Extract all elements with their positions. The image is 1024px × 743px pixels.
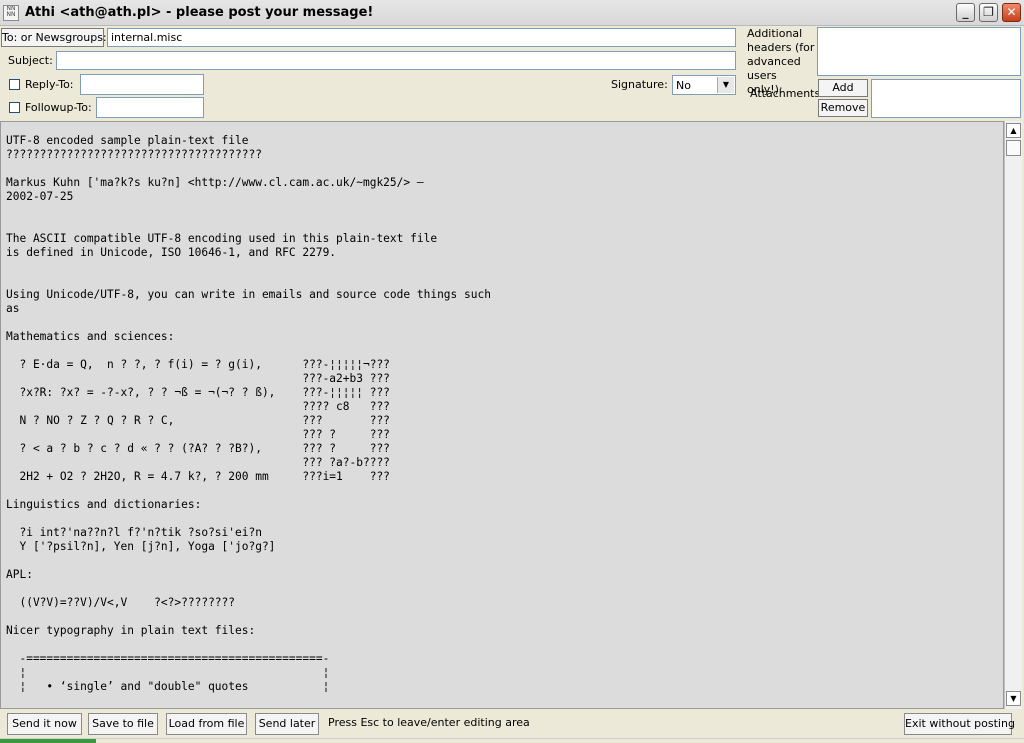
- subject-label: Subject:: [8, 54, 53, 67]
- save-to-file-button[interactable]: Save to file: [88, 713, 158, 735]
- title-bar: NN NN Athi <ath@ath.pl> - please post you…: [0, 0, 1024, 26]
- chevron-down-icon[interactable]: ▼: [717, 77, 734, 93]
- exit-without-posting-button[interactable]: Exit without posting: [904, 713, 1015, 735]
- reply-to-label: Reply-To:: [25, 78, 74, 91]
- status-text: Press Esc to leave/enter editing area: [328, 716, 530, 729]
- close-button[interactable]: ✕: [1002, 3, 1021, 22]
- taskbar-strip: [0, 738, 1024, 743]
- close-icon: ✕: [1006, 5, 1017, 19]
- restore-icon: ❐: [983, 5, 994, 19]
- attachments-list[interactable]: [871, 79, 1021, 118]
- followup-to-checkbox[interactable]: [9, 102, 20, 113]
- minimize-icon: _: [962, 5, 969, 19]
- message-body-editor[interactable]: UTF-8 encoded sample plain-text file ???…: [0, 121, 1004, 709]
- scroll-thumb[interactable]: [1006, 140, 1021, 156]
- followup-to-label: Followup-To:: [25, 101, 92, 114]
- subject-field[interactable]: [56, 51, 736, 70]
- send-now-button[interactable]: Send it now: [7, 713, 82, 735]
- remove-attachment-button[interactable]: Remove: [818, 99, 868, 117]
- signature-select[interactable]: No ▼: [672, 75, 736, 95]
- attachments-label: Attachments:: [750, 87, 824, 100]
- scroll-up-icon[interactable]: ▲: [1006, 123, 1021, 138]
- followup-to-field[interactable]: [96, 97, 204, 118]
- window-title: Athi <ath@ath.pl> - please post your mes…: [25, 5, 374, 20]
- minimize-button[interactable]: _: [956, 3, 975, 22]
- signature-label: Signature:: [611, 78, 668, 91]
- scroll-down-icon[interactable]: ▼: [1006, 691, 1021, 706]
- reply-to-field[interactable]: [80, 74, 204, 95]
- to-newsgroups-field[interactable]: internal.misc: [107, 28, 736, 47]
- vertical-scrollbar[interactable]: ▲ ▼: [1004, 121, 1022, 709]
- to-newsgroups-button[interactable]: To: or Newsgroups:: [1, 28, 107, 47]
- load-from-file-button[interactable]: Load from file: [166, 713, 247, 735]
- signature-value: No: [676, 79, 691, 92]
- additional-headers-field[interactable]: [817, 27, 1021, 76]
- app-icon[interactable]: NN NN: [3, 5, 19, 21]
- reply-to-checkbox[interactable]: [9, 79, 20, 90]
- start-button-edge[interactable]: [0, 739, 96, 743]
- add-attachment-button[interactable]: Add: [818, 79, 868, 97]
- send-later-button[interactable]: Send later: [255, 713, 319, 735]
- message-body-text[interactable]: UTF-8 encoded sample plain-text file ???…: [1, 122, 1003, 694]
- restore-button[interactable]: ❐: [979, 3, 998, 22]
